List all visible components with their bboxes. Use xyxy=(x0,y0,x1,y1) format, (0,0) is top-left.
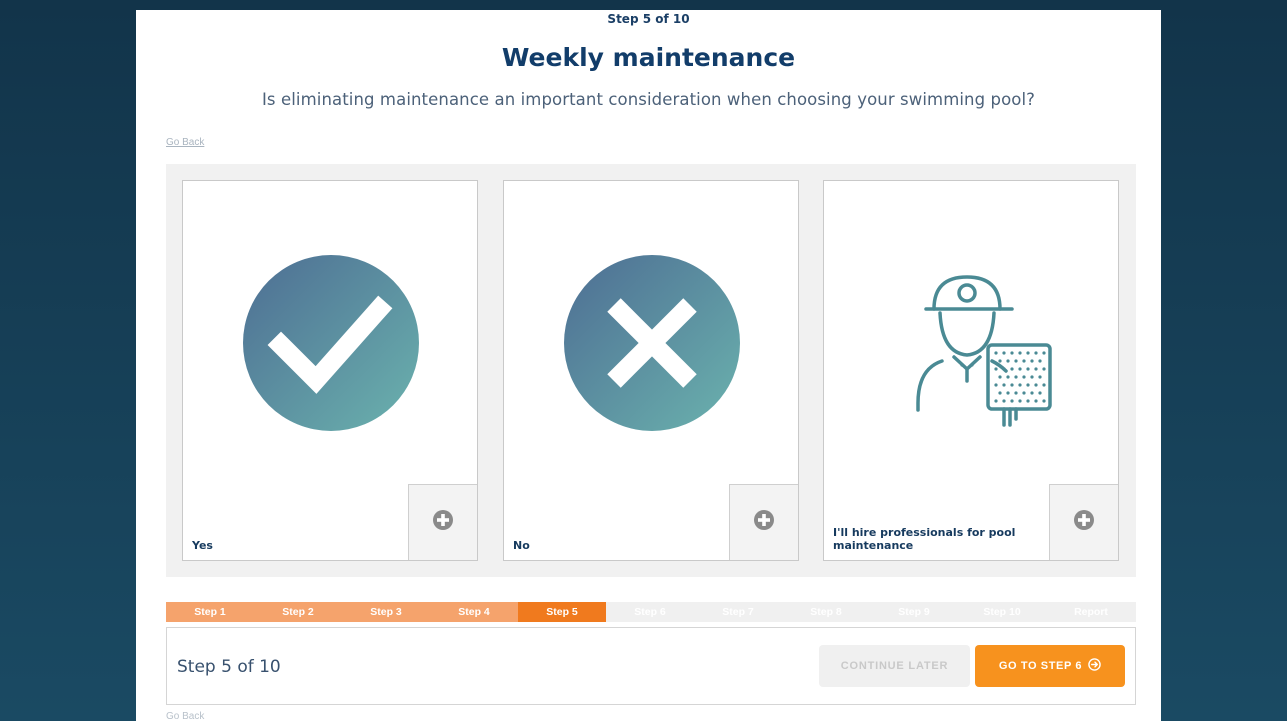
plus-circle-icon xyxy=(433,510,453,535)
progress-step-9: Step 9 xyxy=(870,602,958,622)
option-label: I'll hire professionals for pool mainten… xyxy=(833,526,1016,552)
option-card-professionals[interactable]: I'll hire professionals for pool mainten… xyxy=(823,180,1119,561)
plus-circle-icon xyxy=(754,510,774,535)
progress-step-4[interactable]: Step 4 xyxy=(430,602,518,622)
progress-step-8: Step 8 xyxy=(782,602,870,622)
pool-technician-icon xyxy=(882,253,1062,433)
progress-step-report: Report xyxy=(1046,602,1136,622)
add-option-button[interactable] xyxy=(408,484,477,560)
plus-circle-icon xyxy=(1074,510,1094,535)
option-label: No xyxy=(513,539,530,552)
footer-bar: Step 5 of 10 CONTINUE LATER GO TO STEP 6 xyxy=(166,627,1136,705)
next-step-button[interactable]: GO TO STEP 6 xyxy=(975,645,1125,687)
progress-step-6: Step 6 xyxy=(606,602,694,622)
x-circle-icon xyxy=(562,253,742,433)
arrow-right-circle-icon xyxy=(1088,658,1101,674)
go-back-link[interactable]: Go Back xyxy=(166,137,204,148)
progress-step-2[interactable]: Step 2 xyxy=(254,602,342,622)
option-card-yes[interactable]: Yes xyxy=(182,180,478,561)
option-label: Yes xyxy=(192,539,213,552)
next-step-label: GO TO STEP 6 xyxy=(998,660,1083,672)
go-back-link-bottom[interactable]: Go Back xyxy=(166,711,204,721)
progress-step-7: Step 7 xyxy=(694,602,782,622)
progress-steps: Step 1 Step 2 Step 3 Step 4 Step 5 Step … xyxy=(166,602,1136,622)
progress-step-3[interactable]: Step 3 xyxy=(342,602,430,622)
footer-step-text: Step 5 of 10 xyxy=(177,657,281,677)
step-panel: Step 5 of 10 Weekly maintenance Is elimi… xyxy=(136,10,1161,721)
checkmark-circle-icon xyxy=(241,253,421,433)
add-option-button[interactable] xyxy=(729,484,798,560)
progress-step-1[interactable]: Step 1 xyxy=(166,602,254,622)
page-title: Weekly maintenance xyxy=(501,43,796,72)
progress-step-10: Step 10 xyxy=(958,602,1046,622)
continue-later-button[interactable]: CONTINUE LATER xyxy=(819,645,970,687)
step-indicator: Step 5 of 10 xyxy=(607,12,690,26)
option-card-no[interactable]: No xyxy=(503,180,799,561)
add-option-button[interactable] xyxy=(1049,484,1118,560)
page-subtitle: Is eliminating maintenance an important … xyxy=(261,90,1036,109)
options-area: Yes No I'll hire professionals for pool … xyxy=(166,164,1136,577)
progress-step-5[interactable]: Step 5 xyxy=(518,602,606,622)
